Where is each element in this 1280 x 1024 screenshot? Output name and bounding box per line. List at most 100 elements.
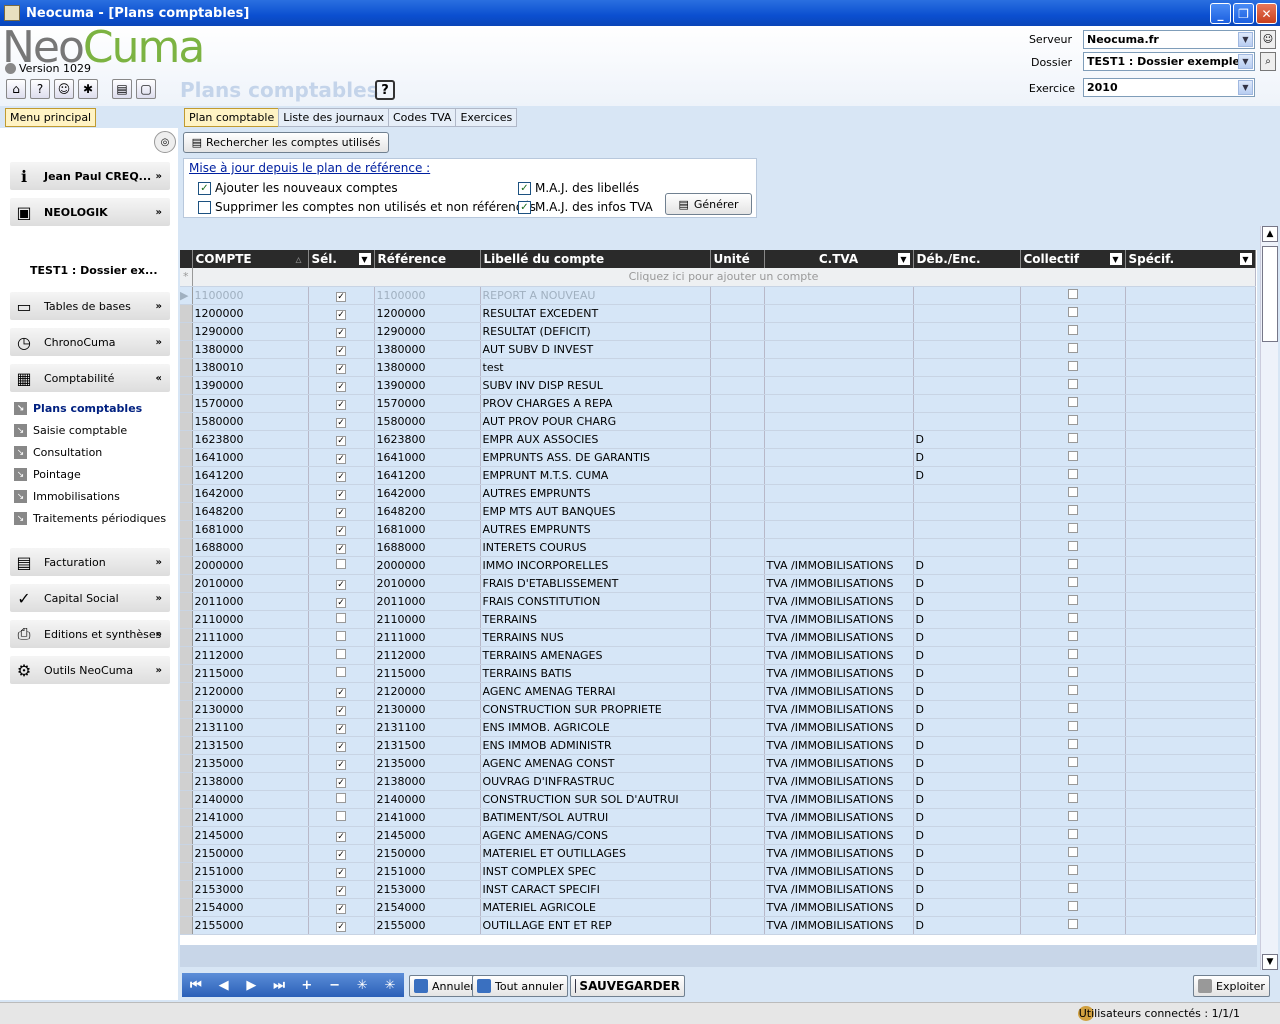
cell-specif[interactable] xyxy=(1125,538,1256,557)
dossier-select[interactable]: TEST1 : Dossier exemple ▼ xyxy=(1083,52,1255,71)
collectif-checkbox[interactable] xyxy=(1067,414,1078,425)
cell-unite[interactable] xyxy=(710,322,765,341)
table-row[interactable]: 2010000 ✓ 2010000 FRAIS D'ETABLISSEMENT TVA … xyxy=(180,574,1256,593)
cell-specif[interactable] xyxy=(1125,394,1256,413)
cell-libelle[interactable]: TERRAINS BATIS xyxy=(480,664,711,683)
cell-unite[interactable] xyxy=(710,790,765,809)
cell-reference[interactable]: 2010000 xyxy=(374,574,481,593)
table-row[interactable]: 1580000 ✓ 1580000 AUT PROV POUR CHARG xyxy=(180,412,1256,431)
cell-reference[interactable]: 2153000 xyxy=(374,880,481,899)
home-icon[interactable]: ⌂ xyxy=(6,79,26,99)
cell-unite[interactable] xyxy=(710,340,765,359)
table-row[interactable]: 2120000 ✓ 2120000 AGENC AMENAG TERRAI TVA /I… xyxy=(180,682,1256,701)
row-selector[interactable] xyxy=(180,646,193,665)
cell-collectif[interactable] xyxy=(1020,448,1126,467)
cell-compte[interactable]: 2150000 xyxy=(192,844,309,863)
cell-collectif[interactable] xyxy=(1020,718,1126,737)
help-icon[interactable]: ? xyxy=(30,79,50,99)
sel-checkbox[interactable]: ✓ xyxy=(336,399,346,410)
cell-unite[interactable] xyxy=(710,772,765,791)
cell-specif[interactable] xyxy=(1125,700,1256,719)
cell-ctva[interactable]: TVA /IMMOBILISATIONS xyxy=(764,628,914,647)
cell-sel[interactable]: ✓ xyxy=(308,538,375,557)
tab-menu-principal[interactable]: Menu principal xyxy=(5,108,97,127)
cell-compte[interactable]: 1623800 xyxy=(192,430,309,449)
row-selector[interactable] xyxy=(180,502,193,521)
user-icon[interactable]: ☺ xyxy=(1260,30,1276,49)
note-icon[interactable]: ▢ xyxy=(136,79,156,99)
cell-unite[interactable] xyxy=(710,466,765,485)
collectif-checkbox[interactable] xyxy=(1067,396,1078,407)
sel-checkbox[interactable]: ✓ xyxy=(336,705,346,716)
cell-ctva[interactable] xyxy=(764,340,914,359)
filter-dropdown-icon[interactable]: ▼ xyxy=(897,253,910,265)
cell-ctva[interactable]: TVA /IMMOBILISATIONS xyxy=(764,718,914,737)
collectif-checkbox[interactable] xyxy=(1067,594,1078,605)
cell-ctva[interactable]: TVA /IMMOBILISATIONS xyxy=(764,736,914,755)
table-row[interactable]: 1648200 ✓ 1648200 EMP MTS AUT BANQUES xyxy=(180,502,1256,521)
cell-ctva[interactable]: TVA /IMMOBILISATIONS xyxy=(764,862,914,881)
sel-checkbox[interactable]: ✓ xyxy=(336,777,346,788)
cell-collectif[interactable] xyxy=(1020,916,1126,935)
cell-unite[interactable] xyxy=(710,754,765,773)
cell-deb-enc[interactable] xyxy=(913,484,1021,503)
page-help-button[interactable]: ? xyxy=(375,80,395,100)
cell-unite[interactable] xyxy=(710,826,765,845)
cell-specif[interactable] xyxy=(1125,430,1256,449)
add-row[interactable]: * Cliquez ici pour ajouter un compte xyxy=(180,268,1256,287)
cell-collectif[interactable] xyxy=(1020,880,1126,899)
cell-specif[interactable] xyxy=(1125,844,1256,863)
sidebar-item-chronocuma[interactable]: ◷ ChronoCuma» xyxy=(10,328,170,356)
scroll-thumb[interactable] xyxy=(1262,246,1278,342)
sel-checkbox[interactable] xyxy=(336,666,346,677)
sidebar-item-comptabilite[interactable]: ▦ Comptabilité « xyxy=(10,364,170,392)
cell-ctva[interactable]: TVA /IMMOBILISATIONS xyxy=(764,898,914,917)
table-row[interactable]: ▶ 1100000 ✓ 1100000 REPORT A NOUVEAU xyxy=(180,286,1256,305)
annuler-button[interactable]: Annuler xyxy=(409,975,480,997)
collectif-checkbox[interactable] xyxy=(1067,828,1078,839)
cell-specif[interactable] xyxy=(1125,916,1256,935)
cell-reference[interactable]: 1648200 xyxy=(374,502,481,521)
update-tva-checkbox[interactable]: ✓ M.A.J. des infos TVA xyxy=(518,200,653,214)
cell-compte[interactable]: 2145000 xyxy=(192,826,309,845)
cell-sel[interactable]: ✓ xyxy=(308,430,375,449)
collectif-checkbox[interactable] xyxy=(1067,648,1078,659)
cell-ctva[interactable]: TVA /IMMOBILISATIONS xyxy=(764,916,914,935)
sel-checkbox[interactable]: ✓ xyxy=(336,579,346,590)
cell-compte[interactable]: 2135000 xyxy=(192,754,309,773)
table-row[interactable]: 2153000 ✓ 2153000 INST CARACT SPECIFI TVA /I… xyxy=(180,880,1256,899)
row-selector[interactable] xyxy=(180,574,193,593)
cell-sel[interactable]: ✓ xyxy=(308,322,375,341)
cell-compte[interactable]: 2153000 xyxy=(192,880,309,899)
collectif-checkbox[interactable] xyxy=(1067,432,1078,443)
table-row[interactable]: 1681000 ✓ 1681000 AUTRES EMPRUNTS xyxy=(180,520,1256,539)
cell-collectif[interactable] xyxy=(1020,502,1126,521)
col-libelle[interactable]: Libellé du compte xyxy=(480,250,711,268)
row-selector[interactable] xyxy=(180,736,193,755)
cell-specif[interactable] xyxy=(1125,862,1256,881)
cell-deb-enc[interactable]: D xyxy=(913,862,1021,881)
collectif-checkbox[interactable] xyxy=(1067,576,1078,587)
cell-collectif[interactable] xyxy=(1020,520,1126,539)
cell-collectif[interactable] xyxy=(1020,898,1126,917)
cell-reference[interactable]: 2130000 xyxy=(374,700,481,719)
cell-sel[interactable] xyxy=(308,664,375,683)
cell-reference[interactable]: 1641000 xyxy=(374,448,481,467)
cell-compte[interactable]: 2131500 xyxy=(192,736,309,755)
cell-ctva[interactable] xyxy=(764,322,914,341)
cell-sel[interactable]: ✓ xyxy=(308,592,375,611)
cell-unite[interactable] xyxy=(710,574,765,593)
collectif-checkbox[interactable] xyxy=(1067,702,1078,713)
cell-ctva[interactable]: TVA /IMMOBILISATIONS xyxy=(764,772,914,791)
cell-compte[interactable]: 1100000 xyxy=(192,286,309,305)
exercice-select[interactable]: 2010 ▼ xyxy=(1083,78,1255,97)
cell-deb-enc[interactable]: D xyxy=(913,754,1021,773)
cell-reference[interactable]: 2155000 xyxy=(374,916,481,935)
sidebar-sub-immobilisations[interactable]: ↘ Immobilisations xyxy=(14,490,120,503)
table-row[interactable]: 1688000 ✓ 1688000 INTERETS COURUS xyxy=(180,538,1256,557)
serveur-select[interactable]: Neocuma.fr ▼ xyxy=(1083,30,1255,49)
cell-unite[interactable] xyxy=(710,916,765,935)
cell-reference[interactable]: 2131100 xyxy=(374,718,481,737)
update-labels-checkbox[interactable]: ✓ M.A.J. des libellés xyxy=(518,181,639,195)
cell-libelle[interactable]: RESULTAT EXCEDENT xyxy=(480,304,711,323)
